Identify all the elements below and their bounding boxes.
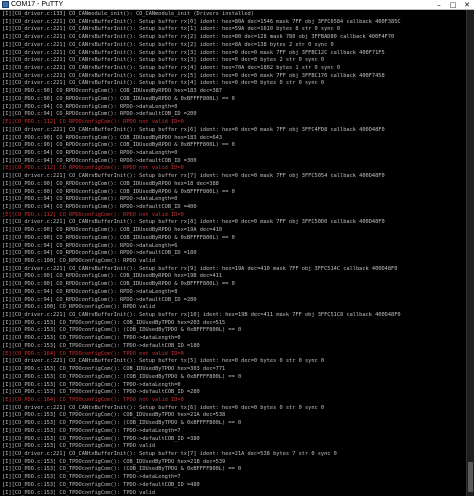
log-line: [I][CO_PDO.c:90] CO_RPDOconfigCom(): COB… (2, 95, 235, 102)
log-line: [I][CO_driver.c:221] CO_CANtxBufferInit(… (2, 404, 325, 411)
log-line: [I][CO_PDO.c:90] CO_RPDOconfigCom(): COB… (2, 281, 235, 288)
log-line: [I][CO_driver.c:221] CO_CANrxBufferInit(… (2, 80, 325, 87)
log-line: [I][CO_PDO.c:153] CO_TPDOconfigCom(): TP… (2, 489, 156, 496)
log-line: [I][CO_driver.c:221] CO_CANtxBufferInit(… (2, 358, 325, 365)
log-line: [I][CO_driver.c:221] CO_CANrxBufferInit(… (2, 49, 385, 56)
log-line: [I][CO_PDO.c:90] CO_RPDOconfigCom(): COB… (2, 227, 223, 234)
log-line: [I][CO_PDO.c:153] CO_TPDOconfigCom(): CO… (2, 412, 226, 419)
log-line: [I][CO_PDO.c:94] CO_RPDOconfigCom(): RPD… (2, 242, 178, 249)
log-line: [I][CO_PDO.c:90] CO_RPDOconfigCom(): COB… (2, 273, 223, 280)
log-line: [I][CO_driver.c:221] CO_CANrxBufferInit(… (2, 312, 401, 319)
log-line: [I][CO_driver.c:221] CO_CANrxBufferInit(… (2, 265, 398, 272)
window-title: COM17 - PuTTY (11, 0, 64, 8)
log-line: [I][CO_PDO.c:153] CO_TPDOconfigCom(): TP… (2, 342, 200, 349)
log-line: [I][CO_PDO.c:94] CO_RPDOconfigCom(): RPD… (2, 250, 197, 257)
minimize-icon[interactable]: – (432, 0, 446, 10)
log-line: [I][CO_PDO.c:90] CO_RPDOconfigCom(): COB… (2, 142, 235, 149)
log-line: [I][CO_PDO.c:153] CO_TPDOconfigCom(): TP… (2, 435, 200, 442)
log-line-error: [E][CO_PDO.c:112] CO_RPDOconfigCom(): RP… (2, 211, 184, 218)
log-line: [I][CO_PDO.c:94] CO_RPDOconfigCom(): RPD… (2, 203, 197, 210)
log-line: [I][CO_PDO.c:94] CO_RPDOconfigCom(): RPD… (2, 296, 197, 303)
log-line: [I][CO_PDO.c:153] CO_TPDOconfigCom(): (C… (2, 327, 242, 334)
log-line: [I][CO_driver.c:221] CO_CANrxBufferInit(… (2, 219, 385, 226)
log-line: [I][CO_PDO.c:94] CO_RPDOconfigCom(): RPD… (2, 157, 197, 164)
log-line: [I][CO_PDO.c:100] CO_RPDOconfigCom(): RP… (2, 258, 156, 264)
log-line: [I][CO_driver.c:221] CO_CANrxBufferInit(… (2, 26, 341, 33)
log-line: [I][CO_driver.c:221] CO_CANrxBufferInit(… (2, 173, 385, 180)
log-line: [I][CO_PDO.c:153] CO_TPDOconfigCom(): (C… (2, 420, 242, 427)
log-line: [I][CO_PDO.c:153] CO_TPDOconfigCom(): CO… (2, 366, 226, 373)
log-line-error: [E][CO_PDO.c:112] CO_RPDOconfigCom(): RP… (2, 165, 184, 172)
log-line: [I][CO_PDO.c:100] CO_RPDOconfigCom(): RP… (2, 304, 156, 311)
log-line: [I][CO_PDO.c:94] CO_RPDOconfigCom(): RPD… (2, 149, 178, 156)
log-line: [I][CO_driver.c:221] CO_CANrxBufferInit(… (2, 126, 385, 133)
log-line: [I][CO_PDO.c:94] CO_RPDOconfigCom(): RPD… (2, 103, 178, 110)
log-line: [I][CO_PDO.c:153] CO_TPDOconfigCom(): CO… (2, 458, 226, 465)
log-line: [I][CO_driver.c:221] CO_CANrxBufferInit(… (2, 41, 334, 48)
log-line-error: [E][CO_PDO.c:164] CO_TPDOconfigCom(): TP… (2, 350, 184, 357)
terminal-output[interactable]: [I][CO_driver.c:133] CO_CANmodule_init()… (0, 10, 466, 496)
scrollbar-thumb[interactable] (468, 462, 473, 492)
vertical-scrollbar[interactable] (466, 10, 474, 496)
log-line: [I][CO_driver.c:133] CO_CANmodule_init()… (2, 11, 254, 17)
log-line: [I][CO_PDO.c:153] CO_TPDOconfigCom(): TP… (2, 443, 156, 450)
log-line: [I][CO_PDO.c:90] CO_RPDOconfigCom(): COB… (2, 88, 223, 95)
log-line: [I][CO_driver.c:221] CO_CANrxBufferInit(… (2, 72, 385, 79)
log-line: [I][CO_PDO.c:153] CO_TPDOconfigCom(): TP… (2, 481, 200, 488)
close-icon[interactable]: ✕ (460, 0, 474, 10)
log-line: [I][CO_driver.c:221] CO_CANrxBufferInit(… (2, 34, 395, 41)
log-line: [I][CO_PDO.c:153] CO_TPDOconfigCom(): TP… (2, 427, 181, 434)
log-line: [I][CO_PDO.c:94] CO_RPDOconfigCom(): RPD… (2, 111, 197, 118)
log-line: [I][CO_PDO.c:153] CO_TPDOconfigCom(): TP… (2, 335, 181, 342)
log-line: [I][CO_driver.c:221] CO_CANrxBufferInit(… (2, 18, 401, 25)
log-line: [I][CO_driver.c:221] CO_CANrxBufferInit(… (2, 65, 341, 72)
log-line: [I][CO_PDO.c:153] CO_TPDOconfigCom(): CO… (2, 319, 226, 326)
log-line: [I][CO_driver.c:221] CO_CANrxBufferInit(… (2, 57, 325, 64)
log-line: [I][CO_PDO.c:153] CO_TPDOconfigCom(): TP… (2, 474, 181, 481)
log-line: [I][CO_PDO.c:153] CO_TPDOconfigCom(): TP… (2, 381, 181, 388)
log-line: [I][CO_PDO.c:90] CO_RPDOconfigCom(): COB… (2, 134, 223, 141)
log-line: [I][CO_PDO.c:94] CO_RPDOconfigCom(): RPD… (2, 288, 178, 295)
log-line: [I][CO_PDO.c:153] CO_TPDOconfigCom(): (C… (2, 373, 242, 380)
maximize-icon[interactable]: □ (446, 0, 460, 10)
log-line-error: [E][CO_PDO.c:164] CO_TPDOconfigCom(): TP… (2, 396, 184, 403)
putty-app-icon[interactable] (2, 1, 9, 8)
log-line-error: [E][CO_PDO.c:112] CO_RPDOconfigCom(): RP… (2, 119, 184, 126)
log-line: [I][CO_PDO.c:90] CO_RPDOconfigCom(): COB… (2, 188, 235, 195)
log-line: [I][CO_PDO.c:153] CO_TPDOconfigCom(): TP… (2, 389, 200, 396)
log-line: [I][CO_driver.c:221] CO_CANtxBufferInit(… (2, 450, 337, 457)
log-line: [I][CO_PDO.c:90] CO_RPDOconfigCom(): COB… (2, 180, 219, 187)
window-titlebar[interactable]: COM17 - PuTTY – □ ✕ (0, 0, 474, 10)
log-line: [I][CO_PDO.c:90] CO_RPDOconfigCom(): COB… (2, 234, 235, 241)
log-line: [I][CO_PDO.c:94] CO_RPDOconfigCom(): RPD… (2, 196, 178, 203)
log-line: [I][CO_PDO.c:153] CO_TPDOconfigCom(): (C… (2, 466, 242, 473)
